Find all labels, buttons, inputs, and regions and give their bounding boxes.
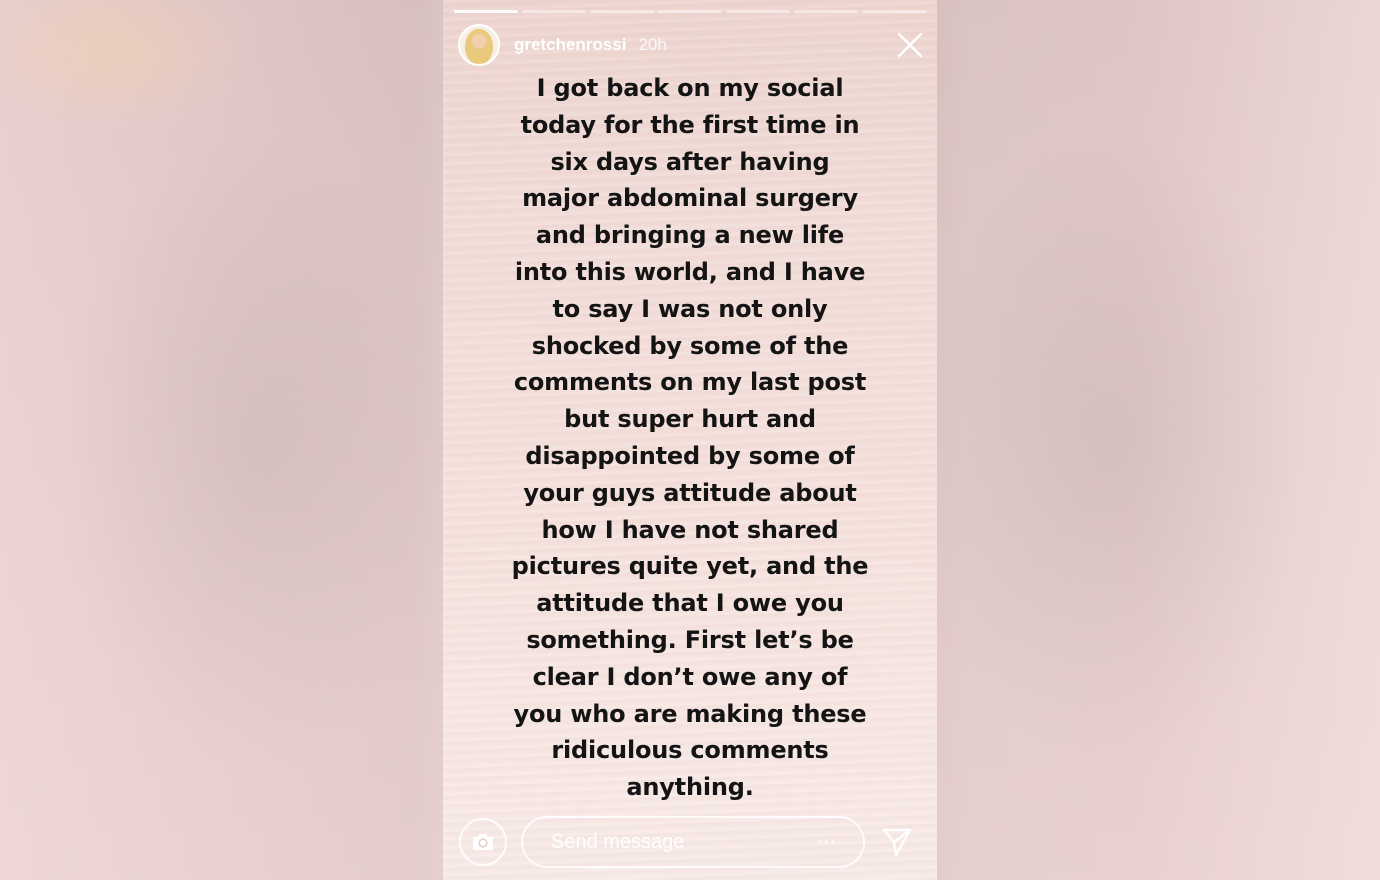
progress-segment [590, 10, 654, 13]
post-time: 20h [638, 35, 667, 54]
story-viewer: gretchenrossi 20h I got back on my socia… [443, 0, 937, 880]
story-text: I got back on my social today for the fi… [483, 70, 897, 806]
story-text-line: you who are making these [513, 699, 867, 728]
avatar[interactable] [458, 24, 500, 66]
camera-icon [473, 834, 493, 850]
more-icon[interactable]: ··· [818, 834, 837, 852]
story-text-line: to say I was not only [552, 294, 828, 323]
story-text-line: anything. [626, 773, 754, 802]
story-text-line: clear I don’t owe any of [532, 662, 848, 691]
story-text-line: disappointed by some of [525, 441, 855, 470]
message-input[interactable] [549, 829, 783, 855]
camera-button[interactable] [459, 818, 507, 866]
story-text-line: ridiculous comments [551, 736, 829, 765]
progress-segment [454, 10, 518, 13]
story-text-line: comments on my last post [513, 368, 867, 397]
story-text-line: I got back on my social [536, 74, 844, 102]
story-text-line: something. First let’s be [526, 625, 854, 654]
story-text-line: today for the first time in [520, 110, 860, 139]
story-text-line: how I have not shared [541, 515, 839, 544]
story-text-line: and bringing a new life [535, 221, 845, 250]
reply-bar: ··· [443, 814, 937, 870]
story-text-line: attitude that I owe you [536, 589, 844, 618]
close-icon[interactable] [897, 32, 923, 58]
progress-segment [726, 10, 790, 13]
username[interactable]: gretchenrossi [514, 35, 626, 55]
story-text-line: but super hurt and [564, 405, 816, 434]
send-icon[interactable] [881, 826, 913, 858]
story-progress-bar [454, 10, 926, 13]
story-text-line: shocked by some of the [531, 331, 849, 360]
progress-segment [794, 10, 858, 13]
story-text-line: major abdominal surgery [522, 184, 858, 213]
story-text-line: into this world, and I have [514, 257, 866, 286]
send-message-field[interactable]: ··· [521, 816, 865, 868]
story-text-line: six days after having [550, 147, 830, 176]
story-text-line: your guys attitude about [523, 478, 857, 507]
story-text-line: pictures quite yet, and the [511, 552, 869, 581]
progress-segment [862, 10, 926, 13]
progress-segment [658, 10, 722, 13]
progress-segment [522, 10, 586, 13]
story-header: gretchenrossi 20h [458, 24, 667, 66]
